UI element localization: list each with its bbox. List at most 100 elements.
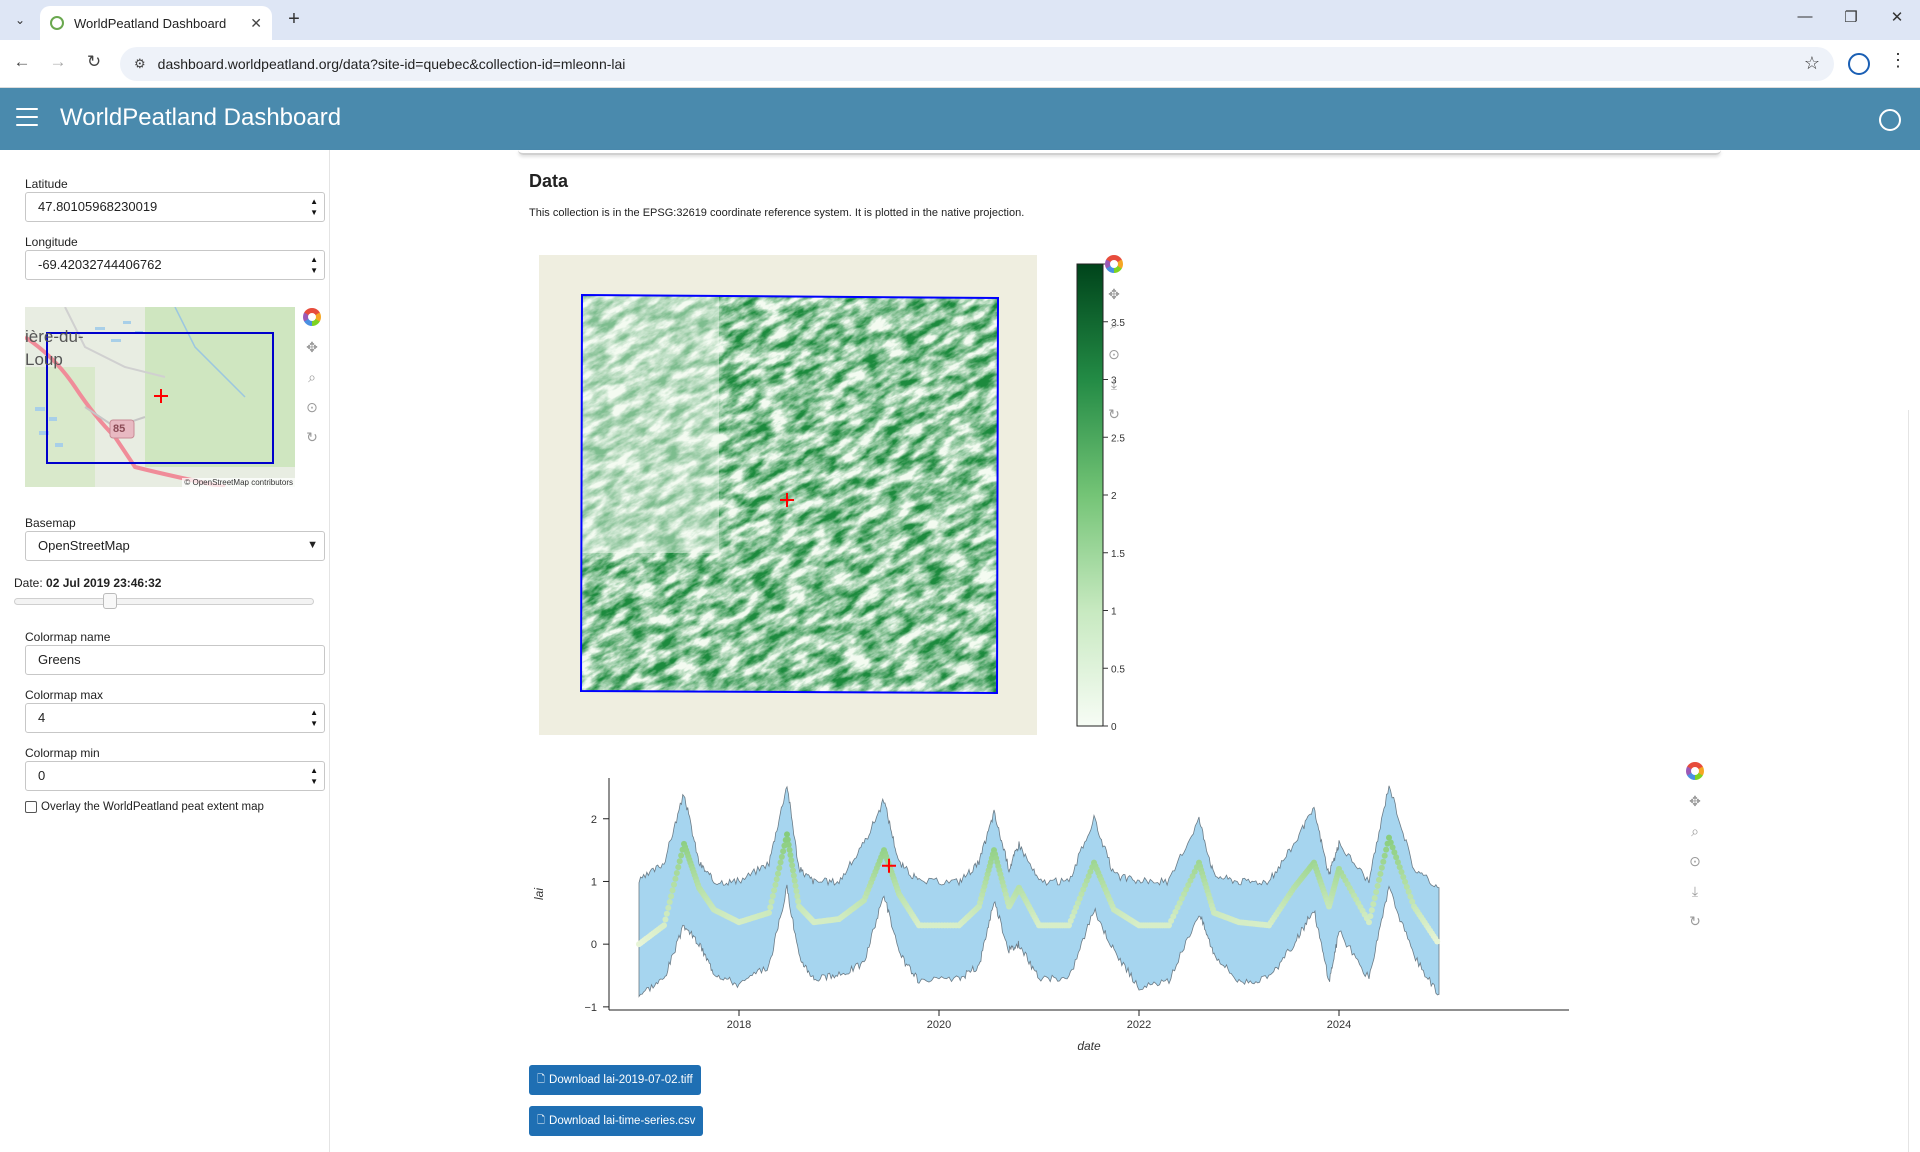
url-text[interactable]: dashboard.worldpeatland.org/data?site-id…: [158, 56, 626, 72]
mini-map-place-label: ière-du- Loup: [25, 325, 84, 371]
address-bar[interactable]: ⚙ dashboard.worldpeatland.org/data?site-…: [120, 47, 1834, 81]
lai-mean-point: [787, 852, 794, 859]
peat-overlay-checkbox[interactable]: [25, 801, 37, 813]
pan-tool-icon[interactable]: ✥: [1104, 285, 1124, 303]
reset-tool-icon[interactable]: ↻: [1104, 405, 1124, 423]
new-tab-icon[interactable]: +: [282, 8, 306, 31]
wheel-zoom-icon[interactable]: ⊙: [1685, 852, 1705, 870]
colorbar-tick-label: 1: [1111, 607, 1117, 618]
lai-mean-point: [668, 893, 675, 900]
bokeh-logo-icon[interactable]: [1105, 255, 1123, 273]
browser-tab-bar: ⌄ WorldPeatland Dashboard ✕ + — ❐ ✕: [0, 0, 1920, 40]
close-tab-icon[interactable]: ✕: [250, 15, 262, 32]
lai-mean-point: [793, 888, 800, 895]
lai-mean-point: [772, 881, 779, 888]
lai-mean-point: [1381, 852, 1388, 859]
raster-canvas: [579, 293, 1000, 695]
longitude-input[interactable]: -69.42032744406762 ▲ ▼: [25, 250, 325, 280]
latitude-input[interactable]: 47.80105968230019 ▲ ▼: [25, 192, 325, 222]
lai-mean-point: [794, 893, 801, 900]
slider-handle[interactable]: [103, 593, 117, 609]
lai-mean-point: [1373, 888, 1380, 895]
pan-tool-icon[interactable]: ✥: [1685, 792, 1705, 810]
crs-note: This collection is in the EPSG:32619 coo…: [529, 207, 1025, 219]
lai-mean-point: [1370, 901, 1377, 908]
wheel-zoom-icon[interactable]: ⊙: [302, 398, 322, 416]
restore-icon[interactable]: ❐: [1836, 8, 1866, 26]
app-header: WorldPeatland Dashboard: [0, 88, 1920, 150]
colormap-max-stepper-icon[interactable]: ▲ ▼: [310, 707, 318, 729]
download-tiff-button[interactable]: 🗋 Download lai-2019-07-02.tiff: [529, 1065, 701, 1095]
date-label: Date: 02 Jul 2019 23:46:32: [14, 576, 161, 590]
lai-mean-point: [790, 872, 797, 879]
colormap-min-stepper-icon[interactable]: ▲ ▼: [310, 765, 318, 787]
profile-icon[interactable]: [1848, 53, 1870, 75]
lai-mean-point: [663, 910, 670, 917]
site-info-icon[interactable]: ⚙: [134, 56, 146, 72]
pan-tool-icon[interactable]: ✥: [302, 338, 322, 356]
back-icon[interactable]: ←: [10, 52, 34, 72]
lai-mean-point: [1376, 876, 1382, 883]
date-value: 02 Jul 2019 23:46:32: [46, 576, 162, 590]
lai-mean-point: [678, 852, 685, 859]
slider-track[interactable]: [14, 598, 314, 605]
bookmark-star-icon[interactable]: ☆: [1804, 53, 1820, 74]
card-edge: [518, 150, 1721, 155]
bokeh-logo-icon[interactable]: [303, 308, 321, 326]
zoom-tool-icon[interactable]: ⌕: [1685, 822, 1705, 840]
lai-mean-point: [784, 836, 791, 843]
time-series-chart[interactable]: 2018 2020 2022 2024 −1 0 1 2 date lai: [529, 762, 1629, 1062]
forward-icon[interactable]: →: [46, 52, 70, 72]
zoom-tool-icon[interactable]: ⌕: [1104, 315, 1124, 333]
colormap-max-input[interactable]: 4 ▲ ▼: [25, 703, 325, 733]
browser-tab[interactable]: WorldPeatland Dashboard ✕: [40, 6, 272, 40]
colormap-name-value: Greens: [38, 652, 81, 667]
tab-search-icon[interactable]: ⌄: [8, 8, 32, 32]
download-csv-button[interactable]: 🗋 Download lai-time-series.csv: [529, 1106, 704, 1136]
lai-mean-point: [771, 887, 778, 894]
reload-icon[interactable]: ↻: [82, 52, 106, 72]
page-scrollbar[interactable]: [1908, 410, 1920, 1152]
window-close-icon[interactable]: ✕: [1882, 8, 1912, 26]
minimize-icon[interactable]: —: [1790, 8, 1820, 25]
map-attribution[interactable]: © OpenStreetMap contributors: [182, 478, 295, 487]
colormap-name-input[interactable]: Greens: [25, 645, 325, 675]
basemap-label: Basemap: [25, 516, 76, 530]
app-title: WorldPeatland Dashboard: [60, 104, 342, 131]
save-tool-icon[interactable]: ⤓: [1685, 882, 1705, 900]
wheel-zoom-icon[interactable]: ⊙: [1104, 345, 1124, 363]
location-mini-map[interactable]: ière-du- Loup 85 © OpenStreetMap contrib…: [25, 307, 295, 487]
browser-menu-icon[interactable]: ⋮: [1888, 50, 1908, 71]
raster-plot[interactable]: [539, 255, 1037, 735]
lai-mean-point: [1380, 858, 1387, 865]
reset-tool-icon[interactable]: ↻: [1685, 912, 1705, 930]
bokeh-logo-icon[interactable]: [1686, 762, 1704, 780]
tab-title: WorldPeatland Dashboard: [74, 15, 227, 31]
x-tick-label: 2022: [1127, 1019, 1151, 1031]
lai-mean-point: [1377, 870, 1384, 877]
lai-mean-point: [767, 904, 774, 911]
latitude-value: 47.80105968230019: [38, 199, 158, 214]
lai-mean-point: [662, 916, 669, 923]
date-slider[interactable]: [14, 593, 314, 609]
peat-overlay-option[interactable]: Overlay the WorldPeatland peat extent ma…: [25, 801, 264, 813]
colormap-min-input[interactable]: 0 ▲ ▼: [25, 761, 325, 791]
hamburger-menu-icon[interactable]: [16, 108, 38, 126]
basemap-select[interactable]: OpenStreetMap ▼: [25, 531, 325, 561]
colorbar-tick-label: 1.5: [1111, 549, 1125, 560]
longitude-stepper-icon[interactable]: ▲ ▼: [310, 254, 318, 276]
file-icon: 🗋: [537, 1073, 546, 1085]
latitude-stepper-icon[interactable]: ▲ ▼: [310, 196, 318, 218]
y-axis-label: lai: [532, 888, 546, 900]
reset-tool-icon[interactable]: ↻: [302, 428, 322, 446]
sidebar: Latitude 47.80105968230019 ▲ ▼ Longitude …: [0, 150, 330, 1152]
lai-mean-point: [778, 853, 785, 860]
lai-mean-point: [788, 857, 795, 864]
lai-mean-point: [666, 899, 673, 906]
colorbar-tick-label: 2: [1111, 491, 1117, 502]
chevron-down-icon: ▼: [307, 539, 318, 551]
lai-mean-point: [769, 893, 776, 900]
zoom-tool-icon[interactable]: ⌕: [302, 368, 322, 386]
lai-mean-point: [777, 859, 784, 866]
save-tool-icon[interactable]: ⤓: [1104, 375, 1124, 393]
